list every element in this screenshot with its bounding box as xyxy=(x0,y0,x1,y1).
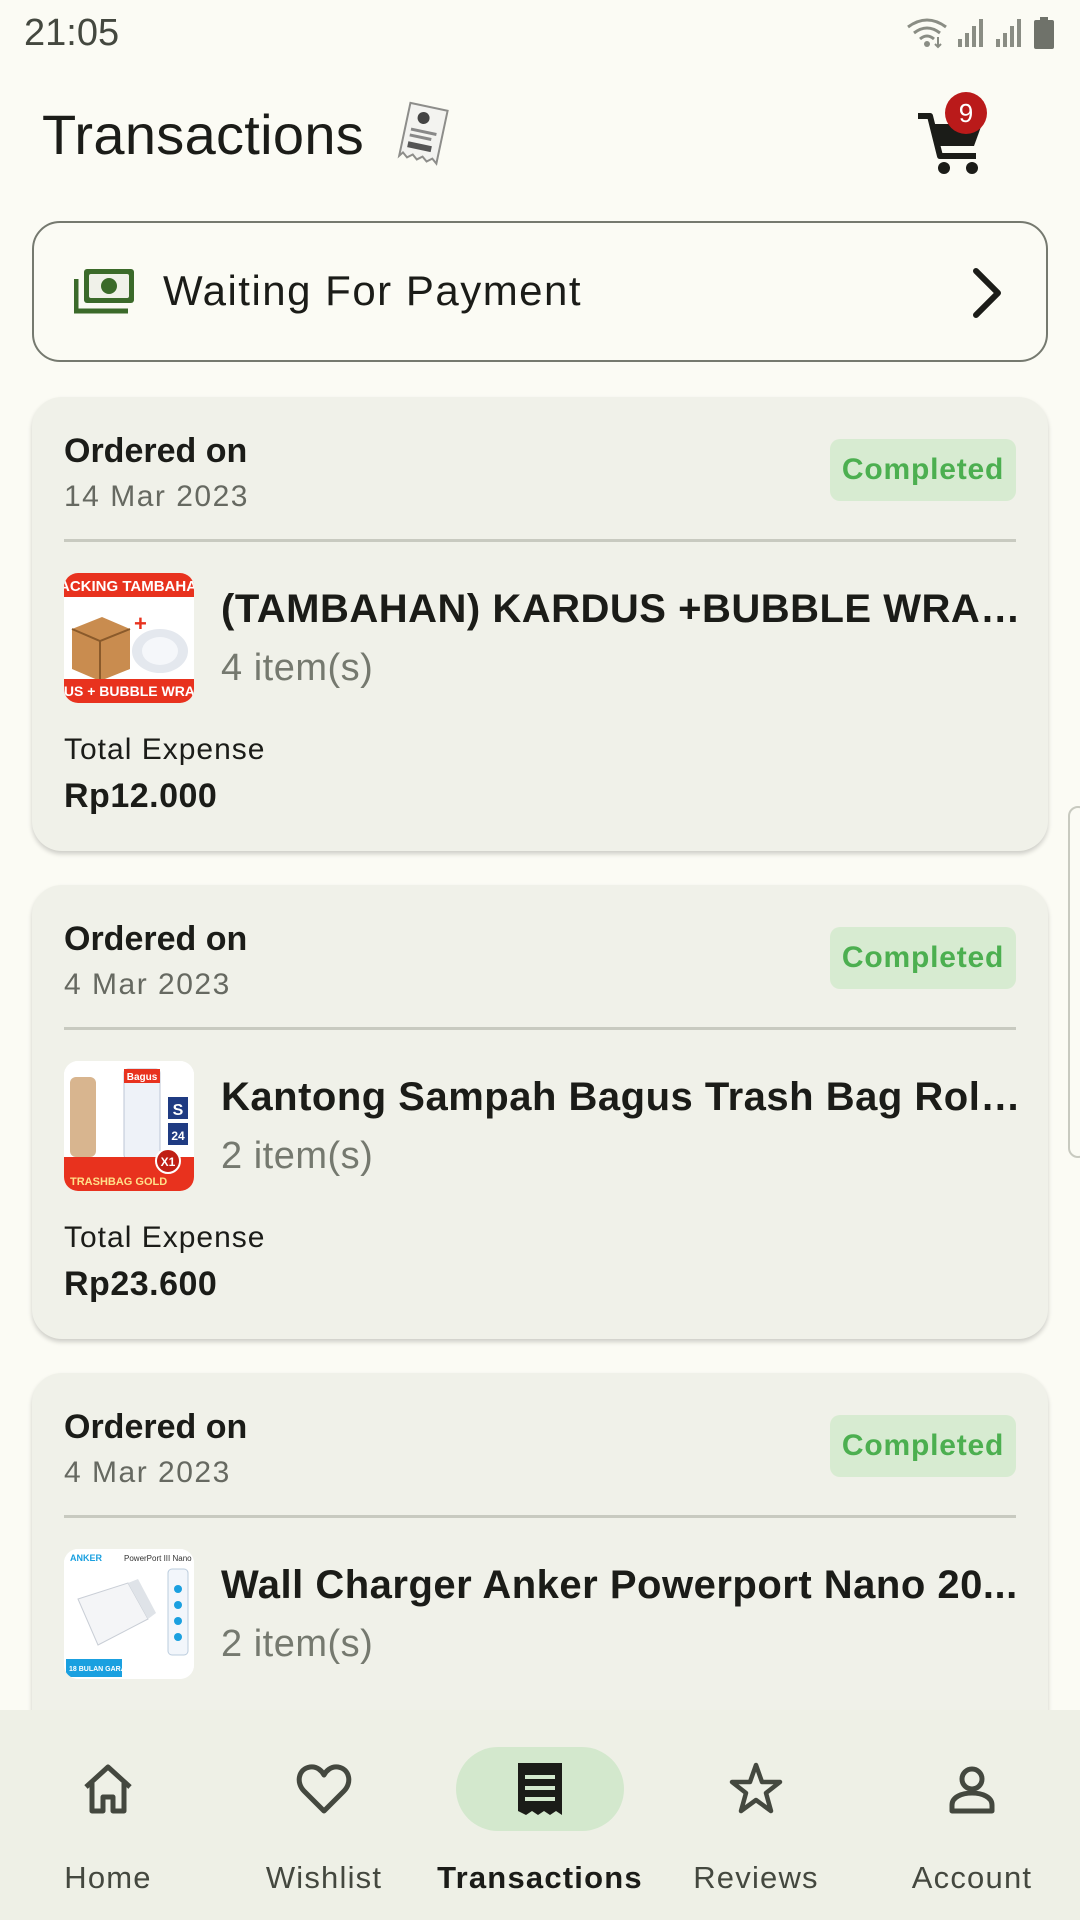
thumb-multiplier: X1 xyxy=(161,1155,176,1169)
star-icon xyxy=(729,1762,783,1814)
cart-badge: 9 xyxy=(945,92,987,134)
page-title: Transactions xyxy=(42,103,365,166)
signal-icon xyxy=(958,19,983,47)
thumb-warranty: 18 BULAN GARANSI xyxy=(69,1666,138,1673)
status-badge: Completed xyxy=(830,1415,1016,1477)
nav-item-wishlist[interactable]: Wishlist xyxy=(216,1710,432,1920)
thumb-product: PowerPort III Nano xyxy=(124,1554,192,1563)
waiting-for-payment-button[interactable]: Waiting For Payment xyxy=(32,221,1048,362)
nav-label: Home xyxy=(64,1860,152,1895)
divider xyxy=(64,1515,1016,1518)
nav-item-reviews[interactable]: Reviews xyxy=(648,1710,864,1920)
money-icon xyxy=(74,269,134,314)
total-expense-value: Rp23.600 xyxy=(64,1265,218,1303)
chevron-right-icon xyxy=(973,268,1001,318)
ordered-on-label: Ordered on xyxy=(64,432,248,470)
nav-label: Wishlist xyxy=(265,1860,383,1895)
product-name: Kantong Sampah Bagus Trash Bag Roll ... xyxy=(221,1075,1021,1119)
svg-text:+: + xyxy=(134,611,147,636)
order-date: 14 Mar 2023 xyxy=(64,480,249,513)
receipt-long-icon xyxy=(518,1763,562,1815)
bottom-navigation: Home Wishlist Transactions Reviews Accou… xyxy=(0,1710,1080,1920)
product-quantity: 4 item(s) xyxy=(221,647,374,689)
product-name: Wall Charger Anker Powerport Nano 20... xyxy=(221,1563,1018,1607)
header: Transactions xyxy=(0,90,1080,180)
thumb-caption: TRASHBAG GOLD xyxy=(70,1176,167,1188)
total-expense-label: Total Expense xyxy=(64,1221,266,1254)
receipt-icon xyxy=(397,101,449,166)
wifi-icon xyxy=(907,18,947,49)
ordered-on-label: Ordered on xyxy=(64,1408,248,1446)
nav-label: Reviews xyxy=(693,1860,819,1895)
divider xyxy=(64,1027,1016,1030)
nav-item-transactions[interactable]: Transactions xyxy=(432,1710,648,1920)
product-thumbnail: Bagus S 24 X1 TRASHBAG GOLD xyxy=(64,1061,194,1191)
status-badge: Completed xyxy=(830,927,1016,989)
product-thumbnail: ANKER PowerPort III Nano 18 BULAN GARANS… xyxy=(64,1549,194,1679)
signal-icon-2 xyxy=(996,19,1021,47)
person-icon xyxy=(949,1766,995,1814)
ordered-on-label: Ordered on xyxy=(64,920,248,958)
product-name: (TAMBAHAN) KARDUS +BUBBLE WRAP... xyxy=(221,587,1021,631)
divider xyxy=(64,539,1016,542)
nav-item-account[interactable]: Account xyxy=(864,1710,1080,1920)
status-bar: 21:05 xyxy=(0,0,1080,66)
thumb-brand: ANKER xyxy=(70,1553,103,1563)
product-thumbnail: PACKING TAMBAHAN + DUS + BUBBLE WRAP xyxy=(64,573,194,703)
order-date: 4 Mar 2023 xyxy=(64,1456,231,1489)
scroll-handle[interactable] xyxy=(1068,806,1080,1158)
thumb-brand: Bagus xyxy=(127,1072,158,1083)
waiting-for-payment-label: Waiting For Payment xyxy=(163,267,583,314)
status-icons xyxy=(906,16,1056,50)
nav-item-home[interactable]: Home xyxy=(0,1710,216,1920)
thumb-size: S xyxy=(173,1102,184,1119)
total-expense-value: Rp12.000 xyxy=(64,777,218,815)
status-badge: Completed xyxy=(830,439,1016,501)
thumb-count: 24 xyxy=(171,1129,185,1143)
home-icon xyxy=(84,1764,132,1814)
nav-label: Transactions xyxy=(437,1860,643,1895)
nav-label: Account xyxy=(911,1860,1033,1895)
order-date: 4 Mar 2023 xyxy=(64,968,231,1001)
heart-icon xyxy=(296,1764,352,1814)
order-card[interactable]: Ordered on 14 Mar 2023 Completed PACKING… xyxy=(32,397,1048,851)
total-expense-label: Total Expense xyxy=(64,733,266,766)
thumb-bottom-text: DUS + BUBBLE WRAP xyxy=(64,683,194,699)
thumb-top-text: PACKING TAMBAHAN xyxy=(64,578,194,595)
battery-icon xyxy=(1034,17,1054,49)
product-quantity: 2 item(s) xyxy=(221,1135,374,1177)
order-card[interactable]: Ordered on 4 Mar 2023 Completed Bagus S … xyxy=(32,885,1048,1339)
product-quantity: 2 item(s) xyxy=(221,1623,374,1665)
status-time: 21:05 xyxy=(24,11,120,54)
